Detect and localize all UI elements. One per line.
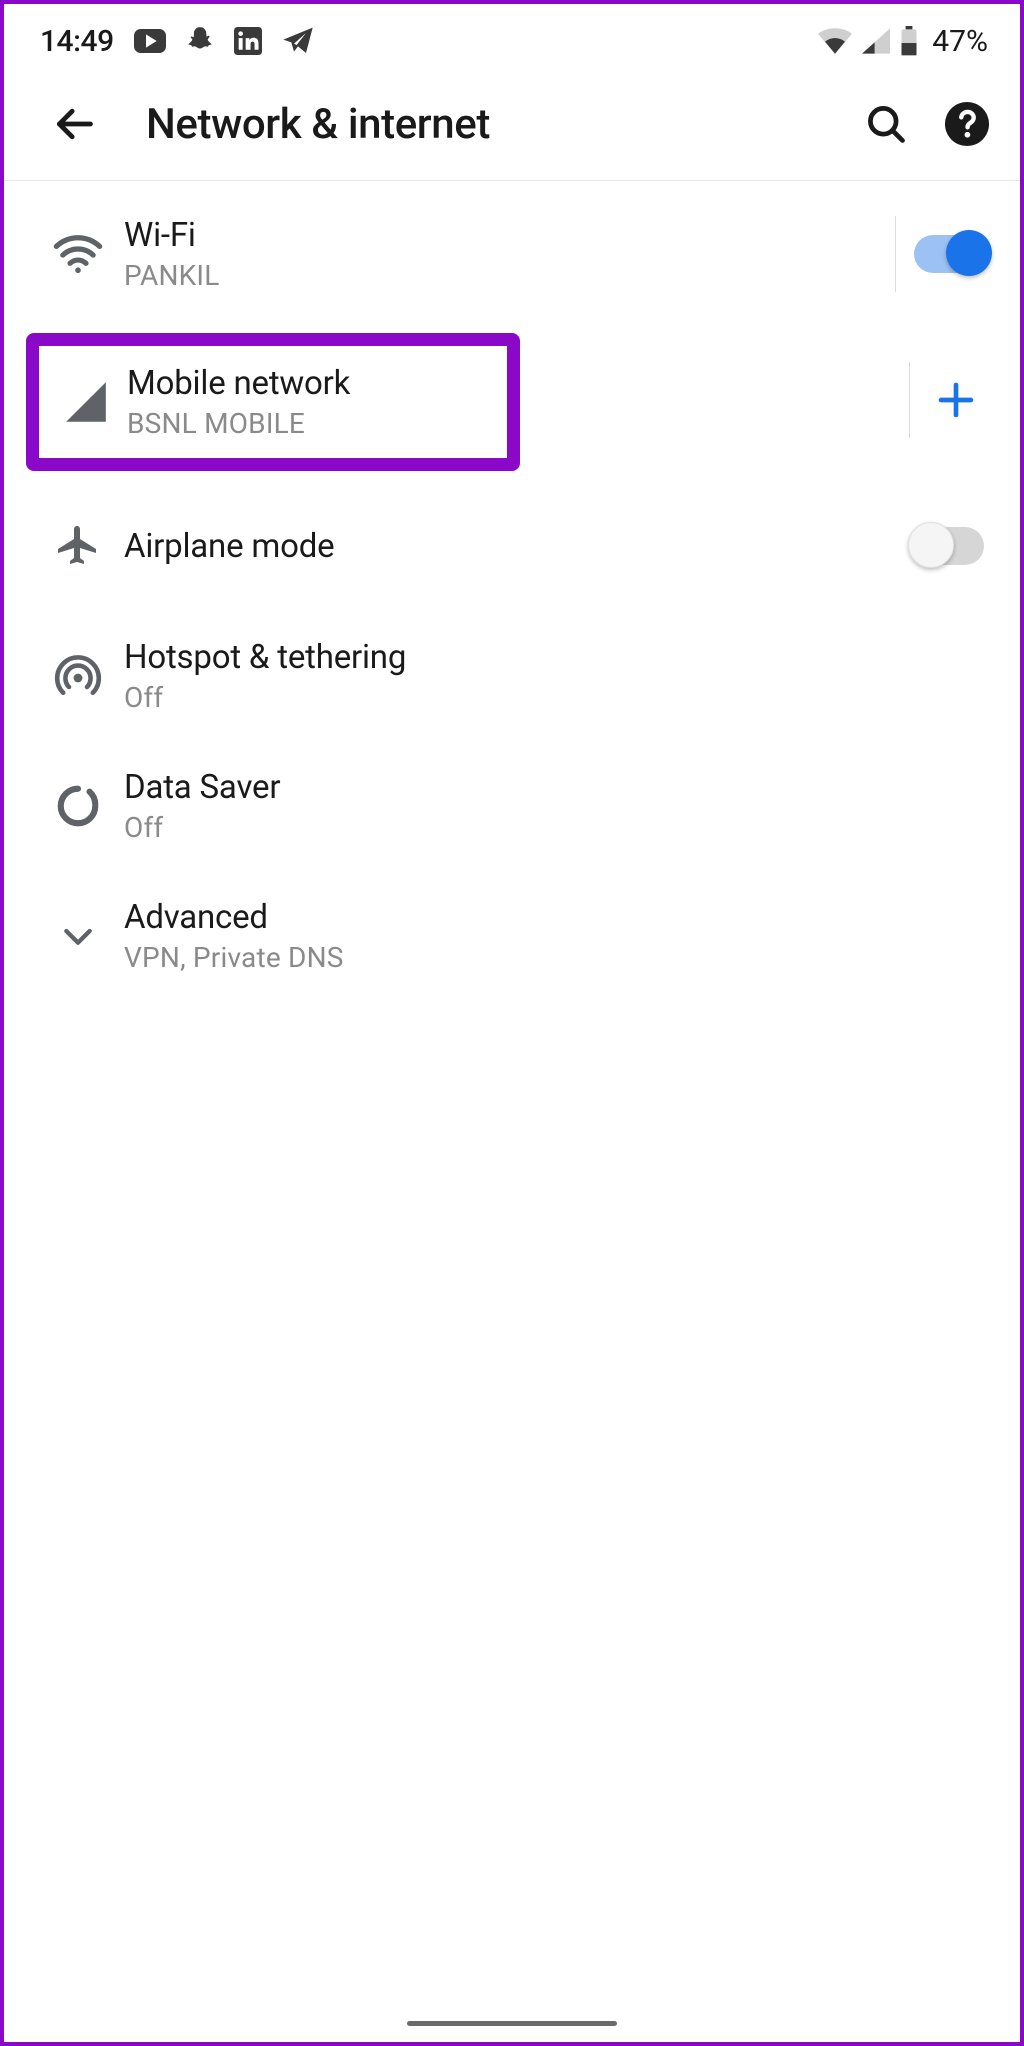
add-network-button[interactable] xyxy=(928,380,984,420)
divider xyxy=(909,362,911,438)
battery-icon xyxy=(900,26,918,56)
linkedin-icon xyxy=(234,27,262,55)
cellular-signal-icon xyxy=(862,28,890,54)
page-title: Network & internet xyxy=(146,100,854,149)
wifi-icon xyxy=(32,234,124,274)
snapchat-icon xyxy=(186,26,214,56)
wifi-subtitle: PANKIL xyxy=(124,259,883,292)
cellular-icon xyxy=(45,380,127,424)
search-button[interactable] xyxy=(864,102,908,146)
hotspot-subtitle: Off xyxy=(124,681,984,714)
back-button[interactable] xyxy=(44,94,104,154)
settings-list: Wi-Fi PANKIL Mobile network BSNL MOBILE xyxy=(4,181,1020,1001)
data-saver-title: Data Saver xyxy=(124,768,984,807)
setting-item-hotspot[interactable]: Hotspot & tethering Off xyxy=(4,611,1020,741)
status-time: 14:49 xyxy=(40,24,114,59)
data-saver-subtitle: Off xyxy=(124,811,984,844)
youtube-icon xyxy=(134,29,166,53)
mobile-subtitle: BSNL MOBILE xyxy=(127,407,495,440)
setting-item-mobile-network[interactable]: Mobile network BSNL MOBILE xyxy=(4,319,1020,481)
battery-percentage: 47% xyxy=(932,24,988,59)
highlight-box: Mobile network BSNL MOBILE xyxy=(26,333,520,471)
status-bar: 14:49 47% xyxy=(4,4,1020,74)
chevron-down-icon xyxy=(32,916,124,956)
wifi-signal-icon xyxy=(818,28,852,54)
setting-item-wifi[interactable]: Wi-Fi PANKIL xyxy=(4,189,1020,319)
setting-item-data-saver[interactable]: Data Saver Off xyxy=(4,741,1020,871)
home-indicator[interactable] xyxy=(407,2021,617,2026)
airplane-title: Airplane mode xyxy=(124,527,914,566)
telegram-icon xyxy=(282,26,314,56)
divider xyxy=(895,216,897,292)
hotspot-title: Hotspot & tethering xyxy=(124,638,984,677)
wifi-toggle[interactable] xyxy=(914,235,984,273)
advanced-title: Advanced xyxy=(124,898,984,937)
advanced-subtitle: VPN, Private DNS xyxy=(124,941,984,974)
wifi-title: Wi-Fi xyxy=(124,216,883,255)
data-saver-icon xyxy=(32,783,124,829)
airplane-toggle[interactable] xyxy=(914,527,984,565)
airplane-icon xyxy=(32,522,124,570)
setting-item-airplane-mode[interactable]: Airplane mode xyxy=(4,481,1020,611)
hotspot-icon xyxy=(32,652,124,700)
help-button[interactable] xyxy=(944,101,990,147)
setting-item-advanced[interactable]: Advanced VPN, Private DNS xyxy=(4,871,1020,1001)
app-bar: Network & internet xyxy=(4,74,1020,181)
mobile-title: Mobile network xyxy=(127,364,495,403)
